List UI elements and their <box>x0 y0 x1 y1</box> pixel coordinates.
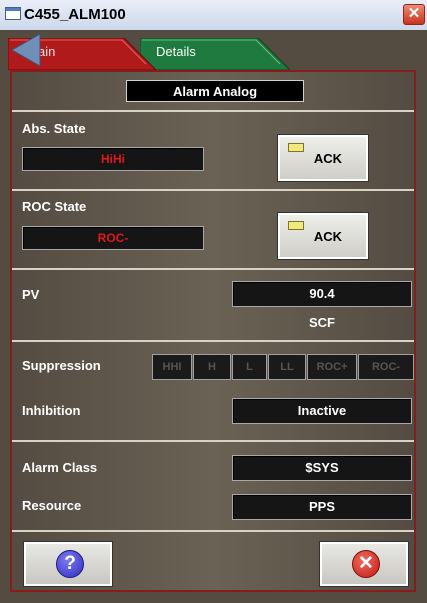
cancel-button[interactable]: ✕ <box>319 541 409 587</box>
resource-value: PPS <box>232 494 412 520</box>
pv-value: 90.4 <box>232 281 412 307</box>
help-button[interactable]: ? <box>23 541 113 587</box>
roc-ack-label: ACK <box>313 229 343 244</box>
title-bar: C455_ALM100 ✕ <box>0 0 427 31</box>
close-button[interactable]: ✕ <box>403 4 425 25</box>
divider <box>12 110 414 112</box>
abs-state-value: HiHi <box>22 147 204 171</box>
back-arrow-icon[interactable] <box>8 30 48 70</box>
cancel-icon: ✕ <box>352 550 380 578</box>
section-title: Alarm Analog <box>126 80 304 102</box>
suppression-label: Suppression <box>22 358 101 373</box>
divider <box>12 340 414 342</box>
abs-state-label: Abs. State <box>22 121 86 136</box>
ack-indicator-light <box>288 221 304 230</box>
window-title: C455_ALM100 <box>24 6 126 23</box>
suppression-ll: LL <box>268 354 306 380</box>
divider <box>12 268 414 270</box>
alarm-class-value: $SYS <box>232 455 412 481</box>
suppression-roc-minus: ROC- <box>358 354 414 380</box>
abs-ack-label: ACK <box>313 151 343 166</box>
divider <box>12 530 414 532</box>
tab-details-label: Details <box>156 44 196 59</box>
alarm-class-label: Alarm Class <box>22 460 98 475</box>
suppression-hhi: HHI <box>152 354 192 380</box>
roc-state-label: ROC State <box>22 199 87 214</box>
tab-details[interactable]: Details <box>140 38 290 70</box>
roc-state-value: ROC- <box>22 226 204 250</box>
suppression-l: L <box>232 354 267 380</box>
divider <box>12 440 414 442</box>
ack-indicator-light <box>288 143 304 152</box>
suppression-roc-plus: ROC+ <box>307 354 357 380</box>
inhibition-label: Inhibition <box>22 403 81 418</box>
suppression-h: H <box>193 354 231 380</box>
window-icon <box>5 7 21 20</box>
help-icon: ? <box>56 550 84 578</box>
pv-label: PV <box>22 287 40 302</box>
divider <box>12 189 414 191</box>
inhibition-value: Inactive <box>232 398 412 424</box>
abs-ack-button[interactable]: ACK <box>277 134 369 182</box>
pv-unit: SCF <box>309 315 335 330</box>
roc-ack-button[interactable]: ACK <box>277 212 369 260</box>
resource-label: Resource <box>22 498 82 513</box>
